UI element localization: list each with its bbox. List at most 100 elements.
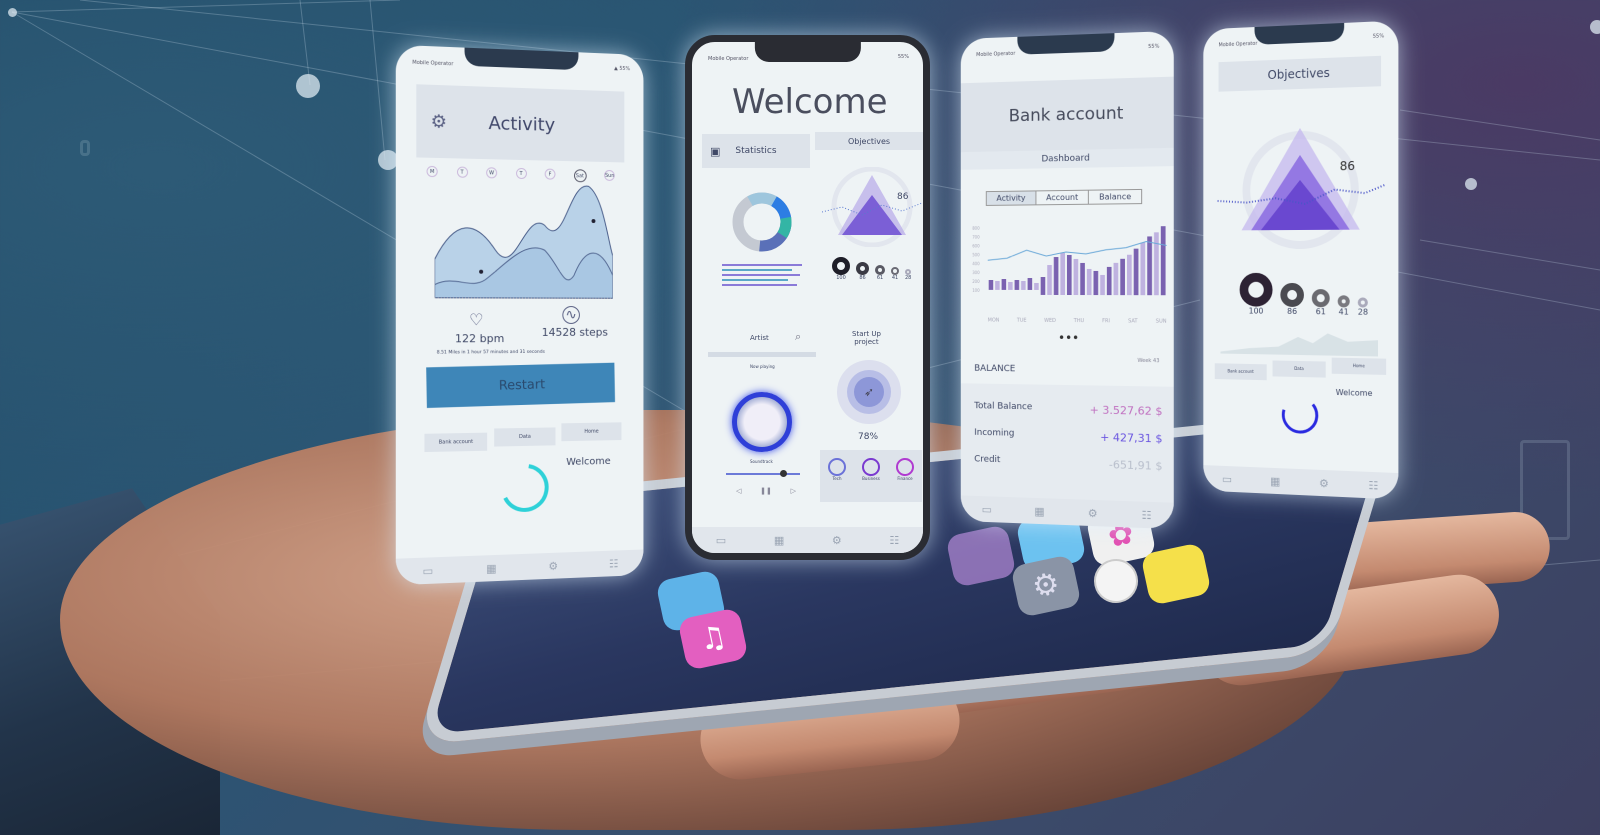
next-button[interactable]: ▷ [791, 487, 796, 495]
category-tech[interactable]: Tech [828, 458, 846, 481]
playback-slider[interactable] [726, 473, 800, 475]
objectives-triangle [1218, 118, 1386, 251]
calendar-icon[interactable]: ▦ [1034, 504, 1044, 517]
slider-handle[interactable] [780, 470, 787, 477]
notch [754, 42, 861, 62]
objectives-ring-row: 100 86 61 41 28 [1239, 272, 1368, 317]
battery-indicator: ▲ 55% [614, 66, 630, 73]
activity-summary: 8.51 Miles in 1 hour 57 minutes and 31 s… [436, 349, 545, 356]
operator-label: Mobile Operator [708, 56, 749, 62]
bank-account-screen: Mobile Operator 55% Bank account Dashboa… [960, 30, 1174, 530]
restart-button[interactable]: Restart [426, 362, 616, 409]
bar [1066, 254, 1072, 296]
category-finance[interactable]: Finance [896, 458, 914, 481]
activity-screen: Mobile Operator ▲ 55% ⚙ Activity M T W T… [395, 44, 644, 586]
row-label: Credit [974, 454, 1001, 466]
bar [1053, 257, 1059, 295]
card-home[interactable]: Home [561, 422, 622, 442]
chat-icon[interactable]: ▭ [1222, 472, 1232, 485]
objectives-header: Objectives [1218, 55, 1382, 92]
objectives-tab[interactable]: Objectives [815, 132, 923, 150]
y-tick: 500 [972, 252, 980, 258]
mini-card-data[interactable]: Data [1272, 360, 1326, 378]
chat-icon[interactable]: ▭ [716, 534, 726, 547]
startup-title: Start Up project [852, 330, 881, 346]
card-bank-account[interactable]: Bank account [424, 432, 488, 453]
calendar-icon[interactable]: ▦ [774, 534, 784, 547]
ring-item: 41 [891, 267, 899, 281]
mini-card-home[interactable]: Home [1331, 357, 1387, 375]
day-button[interactable]: M [426, 165, 438, 178]
welcome-phone: Mobile Operator 55% Welcome ▣ Statistics… [685, 35, 930, 560]
ring-label: 28 [905, 275, 912, 281]
tab-activity[interactable]: Activity [986, 191, 1037, 205]
bar [1086, 268, 1092, 296]
notch [464, 47, 579, 71]
gears-icon[interactable]: ⚙ [832, 534, 842, 547]
users-icon[interactable]: ☷ [889, 534, 899, 547]
pause-button[interactable]: ❚❚ [760, 487, 772, 495]
mini-progress-ring [1278, 392, 1321, 437]
bar [1140, 242, 1146, 296]
card-data[interactable]: Data [494, 427, 556, 447]
statistics-tab[interactable]: ▣ Statistics [702, 134, 810, 168]
trend-line [988, 241, 1167, 260]
bar [988, 280, 994, 290]
gear-icon[interactable]: ⚙ [431, 111, 447, 133]
objective-triangle [822, 167, 922, 247]
rocket-icon: ➶ [854, 377, 884, 407]
bar [1073, 258, 1079, 296]
bar [1021, 280, 1026, 290]
category-business[interactable]: Business [862, 458, 880, 481]
chat-icon[interactable]: ▭ [982, 503, 992, 516]
category-label: Finance [897, 476, 913, 481]
calendar-icon[interactable]: ▦ [486, 561, 496, 574]
mini-card-bank[interactable]: Bank account [1214, 363, 1267, 381]
previous-button[interactable]: ◁ [736, 487, 741, 495]
y-tick: 700 [972, 234, 980, 240]
users-icon[interactable]: ☷ [1141, 508, 1151, 522]
users-icon[interactable]: ☷ [1368, 478, 1378, 492]
soundtrack-visualizer[interactable] [732, 392, 792, 452]
y-tick: 300 [972, 270, 980, 276]
bar [1001, 279, 1007, 290]
battery-indicator: 55% [1148, 44, 1159, 50]
tab-account[interactable]: Account [1036, 190, 1090, 205]
gears-icon[interactable]: ⚙ [548, 559, 558, 572]
bar [1027, 278, 1033, 290]
ring-item: 86 [856, 262, 869, 281]
bar [1160, 226, 1166, 296]
bar [1120, 258, 1125, 296]
startup-percent: 78% [858, 432, 879, 442]
bar [1061, 253, 1066, 296]
heart-icon: ♡ [469, 309, 484, 330]
tab-balance[interactable]: Balance [1089, 190, 1141, 204]
signal-icon: ▲ [614, 65, 618, 72]
chat-icon[interactable]: ▭ [423, 564, 434, 578]
ring-item: 86 [1280, 282, 1304, 316]
rocket-badge[interactable]: ➶ [837, 360, 901, 424]
day-button[interactable]: T [456, 166, 468, 178]
dashboard-bar: Dashboard [960, 147, 1174, 170]
ring-label: 100 [836, 275, 846, 281]
gears-icon[interactable]: ⚙ [1088, 506, 1098, 519]
day-button[interactable]: T [515, 167, 527, 180]
more-dots-icon[interactable]: ••• [1058, 331, 1079, 345]
week-label: Week 43 [1137, 357, 1160, 365]
search-icon[interactable]: ⌕ [795, 330, 801, 344]
objectives-value: 86 [1339, 158, 1356, 174]
day-button[interactable]: F [544, 168, 556, 180]
calendar-icon[interactable]: ▦ [1270, 474, 1280, 487]
statistics-label: Statistics [735, 146, 777, 156]
card-label: Home [1352, 363, 1365, 369]
card-label: Data [1294, 365, 1304, 372]
gears-icon[interactable]: ⚙ [1319, 476, 1329, 489]
day-button[interactable]: W [486, 167, 498, 179]
users-icon[interactable]: ☷ [609, 557, 619, 570]
welcome-title: Welcome [732, 82, 888, 122]
ring-label: 41 [1338, 307, 1349, 317]
x-tick: SAT [1128, 318, 1138, 325]
ring-row: 100 86 61 41 28 [832, 257, 911, 281]
day-button[interactable]: Sun [604, 169, 615, 181]
donut-chart [732, 192, 792, 252]
